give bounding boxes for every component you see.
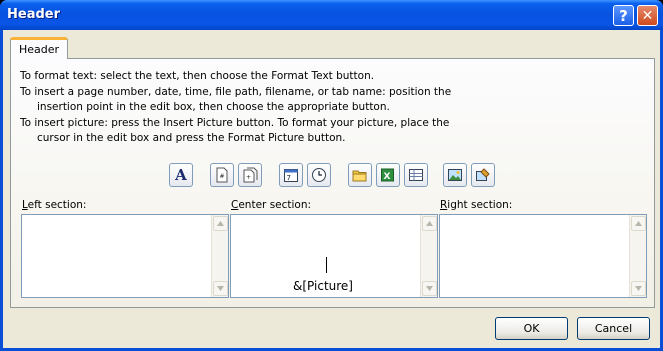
left-section-scrollbar[interactable]	[211, 215, 228, 297]
insert-file-path-icon	[352, 170, 367, 182]
cancel-button[interactable]: Cancel	[577, 317, 650, 340]
insert-page-number-button[interactable]: #	[210, 163, 234, 187]
svg-text:#: #	[220, 173, 225, 180]
title-bar[interactable]: Header ? ✕	[0, 0, 663, 30]
insert-file-name-button[interactable]: X	[376, 163, 400, 187]
scroll-up-button[interactable]	[422, 216, 437, 231]
center-section-label: Center section:	[231, 199, 312, 211]
format-text-button[interactable]: A	[169, 163, 193, 187]
instructions: To format text: select the text, then ch…	[20, 69, 640, 147]
insert-page-number-icon: #	[216, 167, 228, 183]
svg-text:+: +	[246, 174, 251, 181]
insert-picture-button[interactable]	[443, 163, 467, 187]
scroll-down-button[interactable]	[422, 281, 437, 296]
right-section-label: Right section:	[440, 199, 513, 211]
insert-file-name-icon: X	[381, 168, 394, 182]
svg-text:X: X	[384, 172, 391, 182]
instruction-line: insertion point in the edit box, then ch…	[37, 101, 390, 114]
insert-time-icon	[312, 168, 326, 182]
help-icon: ?	[619, 6, 628, 25]
insert-time-button[interactable]	[307, 163, 331, 187]
insert-date-icon: 7	[284, 169, 298, 182]
dialog-title: Header	[7, 7, 61, 22]
center-section-input[interactable]: &[Picture]	[230, 214, 438, 298]
text-caret	[326, 257, 327, 273]
help-button[interactable]: ?	[613, 5, 634, 26]
center-section-scrollbar[interactable]	[420, 215, 437, 297]
tab-panel: To format text: select the text, then ch…	[10, 58, 655, 308]
left-section-input[interactable]	[21, 214, 229, 298]
scroll-down-button[interactable]	[631, 281, 646, 296]
insert-file-path-button[interactable]	[348, 163, 372, 187]
dialog-body: Header To format text: select the text, …	[3, 30, 660, 348]
chevron-down-icon	[635, 286, 642, 291]
chevron-up-icon	[635, 221, 642, 226]
close-button[interactable]: ✕	[637, 5, 658, 26]
chevron-up-icon	[217, 221, 224, 226]
chevron-down-icon	[217, 286, 224, 291]
right-section-input[interactable]	[439, 214, 647, 298]
insert-number-of-pages-icon: +	[243, 167, 258, 183]
format-picture-button[interactable]	[471, 163, 495, 187]
right-section-scrollbar[interactable]	[629, 215, 646, 297]
insert-picture-icon	[448, 169, 462, 181]
insert-date-button[interactable]: 7	[279, 163, 303, 187]
header-dialog: Header ? ✕ Header To format text: select…	[0, 0, 663, 351]
tab-header[interactable]: Header	[10, 37, 68, 59]
scroll-up-button[interactable]	[213, 216, 228, 231]
scroll-up-button[interactable]	[631, 216, 646, 231]
chevron-down-icon	[426, 286, 433, 291]
instruction-line: To format text: select the text, then ch…	[20, 70, 375, 82]
tab-header-label: Header	[18, 43, 60, 56]
svg-text:7: 7	[287, 174, 291, 182]
instruction-line: cursor in the edit box and press the For…	[37, 132, 346, 145]
insert-sheet-name-button[interactable]	[404, 163, 428, 187]
ok-button[interactable]: OK	[495, 317, 568, 340]
chevron-up-icon	[426, 221, 433, 226]
center-section-value: &[Picture]	[293, 279, 353, 293]
insert-number-of-pages-button[interactable]: +	[238, 163, 262, 187]
instruction-line: To insert picture: press the Insert Pict…	[20, 116, 450, 129]
insert-sheet-name-icon	[409, 169, 423, 181]
format-text-icon: A	[175, 166, 187, 184]
close-icon: ✕	[641, 7, 654, 24]
format-picture-icon	[476, 168, 490, 181]
left-section-label: Left section:	[22, 199, 87, 211]
instruction-line: To insert a page number, date, time, fil…	[20, 85, 452, 98]
scroll-down-button[interactable]	[213, 281, 228, 296]
